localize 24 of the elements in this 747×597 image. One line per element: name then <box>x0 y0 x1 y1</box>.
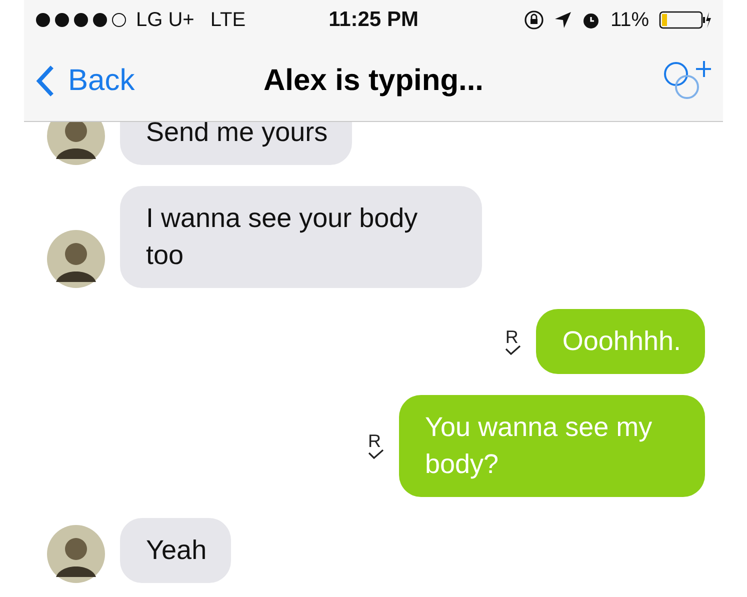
check-icon <box>368 449 384 459</box>
message-bubble: You wanna see my body? <box>399 395 705 497</box>
back-button[interactable]: Back <box>36 64 264 98</box>
conversation-title: Alex is typing... <box>263 64 484 98</box>
location-icon <box>554 11 572 29</box>
read-receipt: R <box>368 433 381 449</box>
alarm-icon <box>582 11 600 29</box>
avatar <box>47 122 105 165</box>
message-bubble: Yeah <box>120 518 231 583</box>
avatar <box>47 525 105 583</box>
rotation-lock-icon <box>524 10 544 30</box>
check-icon <box>505 344 522 354</box>
avatar <box>47 230 105 288</box>
add-participant-icon[interactable] <box>663 60 711 102</box>
signal-icon <box>36 13 128 27</box>
chevron-left-icon <box>36 64 54 96</box>
battery-icon <box>659 10 712 30</box>
read-receipt: R <box>505 328 518 344</box>
clock: 11:25 PM <box>328 8 418 32</box>
carrier-name: LG U+ <box>136 8 194 32</box>
network-type: LTE <box>210 8 246 32</box>
message-bubble: Ooohhhh. <box>536 309 705 374</box>
battery-percent: 11% <box>610 8 650 32</box>
message-bubble: I wanna see your body too <box>120 186 482 288</box>
